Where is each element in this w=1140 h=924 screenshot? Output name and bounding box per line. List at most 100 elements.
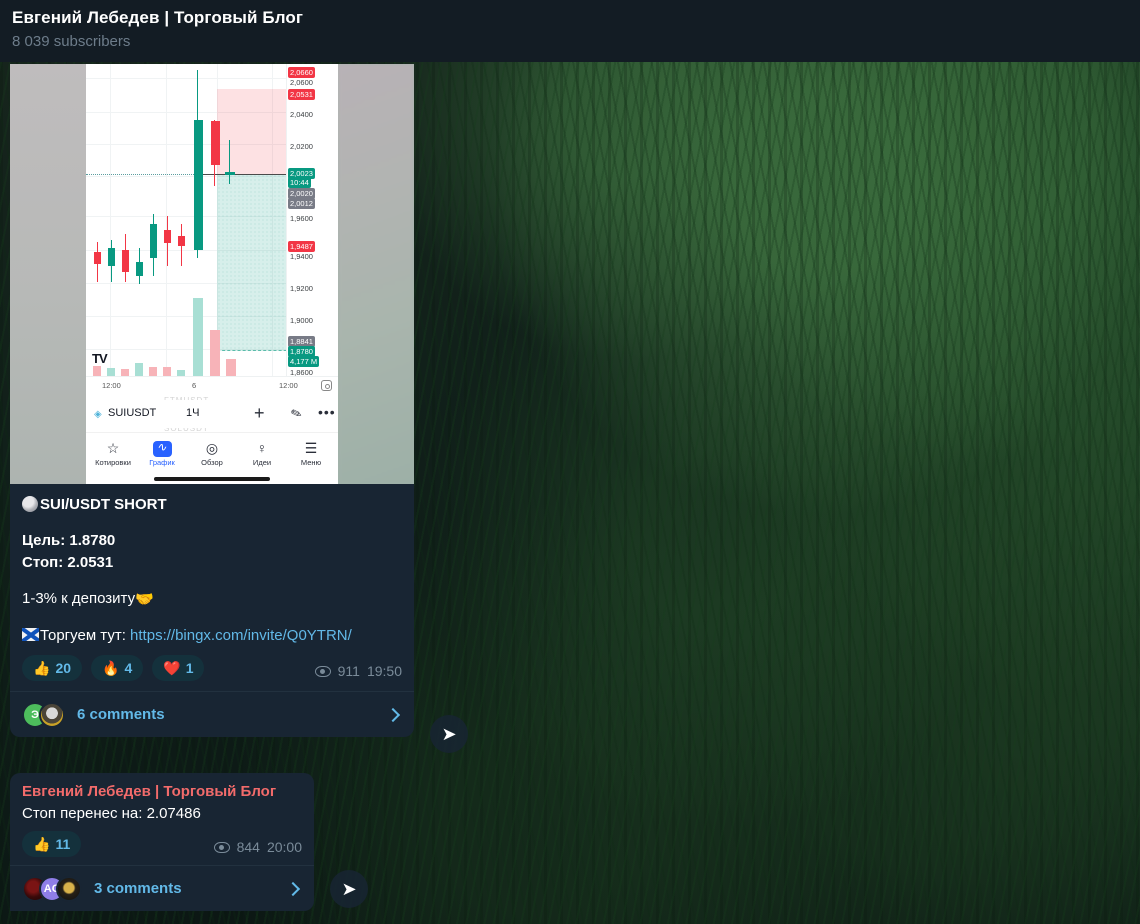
compass-icon: ◎ (205, 440, 219, 456)
views-eye-icon (213, 841, 230, 853)
message-author: Евгений Лебедев | Торговый Блог (22, 783, 277, 800)
time-tick: 12:00 (279, 381, 298, 390)
wallpaper-tree (640, 422, 880, 892)
nav-label: Обзор (201, 458, 223, 467)
price-tick: 1,9200 (290, 284, 313, 293)
gear-icon[interactable] (321, 380, 332, 391)
message-text: SUI/USDT SHORT Цель: 1.8780 Стоп: 2.0531… (10, 484, 414, 647)
target-line: Цель: 1.8780 (22, 532, 116, 549)
timeframe-selector[interactable]: 1Ч (186, 407, 199, 419)
reaction-count: 20 (55, 660, 72, 676)
reaction-thumbs-up[interactable]: 👍 20 (22, 655, 83, 681)
price-chip-volume: 4,177 M (288, 356, 320, 367)
nav-item-menu[interactable]: ☰ Меню (286, 439, 336, 467)
price-tick: 1,9600 (290, 214, 313, 223)
app-bottom-nav: ☆ Котировки График ◎ Обзор ♀ Идеи (86, 432, 338, 484)
bulb-icon: ♀ (256, 440, 268, 456)
chart-icon (137, 438, 187, 458)
message-text: Евгений Лебедев | Торговый Блог Стоп пер… (10, 773, 314, 825)
share-button[interactable]: ➤ (330, 870, 368, 908)
reaction-fire[interactable]: 🔥 4 (91, 655, 144, 681)
signal-title: SUI/USDT SHORT (40, 496, 167, 513)
deposit-line: 1-3% к депозиту🤝 (22, 588, 402, 611)
reaction-count: 11 (55, 836, 71, 852)
heart-icon: ❤️ (163, 660, 181, 676)
message-body-text: Стоп перенес на: 2.07486 (22, 805, 201, 822)
home-indicator (154, 477, 270, 481)
view-count: 844 (236, 839, 260, 855)
nav-item-chart[interactable]: График (137, 438, 187, 468)
message-bubble-2[interactable]: Евгений Лебедев | Торговый Блог Стоп пер… (10, 773, 314, 911)
add-indicator-icon[interactable]: + (254, 403, 265, 424)
nav-label: Идеи (252, 458, 272, 467)
message-bubble-1[interactable]: TV 2,0660 2,0600 2,0531 2,0400 2,0200 2,… (10, 64, 414, 737)
thumbs-up-icon: 👍 (33, 660, 51, 676)
channel-subscribers: 8 039 subscribers (12, 33, 131, 50)
comments-label[interactable]: 3 comments (94, 880, 182, 897)
tradingview-screenshot: TV 2,0660 2,0600 2,0531 2,0400 2,0200 2,… (86, 64, 338, 484)
nav-label: Котировки (95, 458, 131, 467)
thumbs-up-icon: 👍 (33, 836, 51, 852)
avatar (39, 701, 65, 728)
reaction-count: 4 (124, 660, 133, 676)
deposit-text: 1-3% к депозиту (22, 590, 136, 607)
trade-prefix: Торгуем тут: (40, 627, 131, 644)
share-arrow-icon: ➤ (441, 724, 457, 744)
reaction-thumbs-up[interactable]: 👍 11 (22, 831, 82, 857)
time-tick: 6 (192, 381, 197, 390)
avatar (56, 875, 82, 902)
chevron-right-icon[interactable] (285, 881, 301, 896)
handshake-icon: 🤝 (135, 591, 154, 608)
comments-bar[interactable]: Э 6 comments (10, 691, 414, 737)
symbol-name[interactable]: SUIUSDT (108, 407, 156, 419)
star-icon: ☆ (106, 440, 120, 456)
trade-link-line: Торгуем тут: https://bingx.com/invite/Q0… (22, 625, 402, 647)
more-options-icon[interactable]: ••• (318, 404, 336, 420)
fire-icon: 🔥 (102, 660, 120, 676)
photo-blur-right (338, 64, 414, 484)
draw-tool-icon[interactable]: ✎ (289, 405, 305, 424)
comments-bar[interactable]: AG 3 comments (10, 865, 314, 911)
reactions-row: 👍 20 🔥 4 ❤️ 1 911 19:50 (10, 647, 414, 691)
commenter-avatars: Э (22, 701, 65, 728)
entry-price-line-solid (194, 174, 297, 175)
view-count: 911 (337, 663, 360, 679)
channel-title: Евгений Лебедев | Торговый Блог (12, 8, 304, 27)
reactions-row: 👍 11 844 20:00 (10, 825, 314, 865)
channel-header: Евгений Лебедев | Торговый Блог 8 039 su… (0, 0, 1140, 62)
photo-left-strip (10, 64, 86, 484)
time-tick: 12:00 (102, 381, 121, 390)
price-scale: 2,0660 2,0600 2,0531 2,0400 2,0200 2,002… (286, 64, 338, 377)
nav-item-overview[interactable]: ◎ Обзор (187, 439, 237, 467)
price-tick: 1,9400 (290, 252, 313, 261)
message-photo[interactable]: TV 2,0660 2,0600 2,0531 2,0400 2,0200 2,… (10, 64, 414, 484)
scotland-flag-icon (22, 628, 39, 641)
price-chip-countdown: 10:44 (288, 177, 311, 188)
price-tick: 2,0600 (290, 78, 313, 87)
nav-item-ideas[interactable]: ♀ Идеи (237, 439, 287, 467)
price-tick: 2,0400 (290, 110, 313, 119)
reaction-count: 1 (185, 660, 194, 676)
price-chip-level-b: 2,0012 (288, 198, 315, 209)
price-chip-stop: 2,0531 (288, 89, 315, 100)
nav-label: График (149, 458, 175, 468)
message-meta: 911 19:50 (314, 663, 402, 679)
time-axis: 12:00 6 12:00 (86, 376, 338, 394)
price-tick: 1,9000 (290, 316, 313, 325)
comments-label[interactable]: 6 comments (77, 706, 165, 723)
message-meta: 844 20:00 (213, 839, 302, 855)
nav-label: Меню (300, 458, 322, 467)
share-button[interactable]: ➤ (430, 715, 468, 753)
nav-item-quotes[interactable]: ☆ Котировки (88, 439, 138, 467)
menu-icon: ☰ (304, 440, 318, 456)
chevron-right-icon[interactable] (385, 707, 401, 722)
moon-icon (22, 496, 38, 512)
tradingview-logo: TV (92, 351, 108, 366)
stop-line: Стоп: 2.0531 (22, 554, 114, 571)
bingx-invite-link[interactable]: https://bingx.com/invite/Q0YTRN/ (130, 627, 352, 644)
reaction-heart[interactable]: ❤️ 1 (152, 655, 205, 681)
symbol-toolbar: ◈ SUIUSDT 1Ч + ✎ ••• (86, 400, 338, 428)
views-eye-icon (314, 665, 331, 677)
price-tick: 2,0200 (290, 142, 313, 151)
commenter-avatars: AG (22, 875, 82, 902)
